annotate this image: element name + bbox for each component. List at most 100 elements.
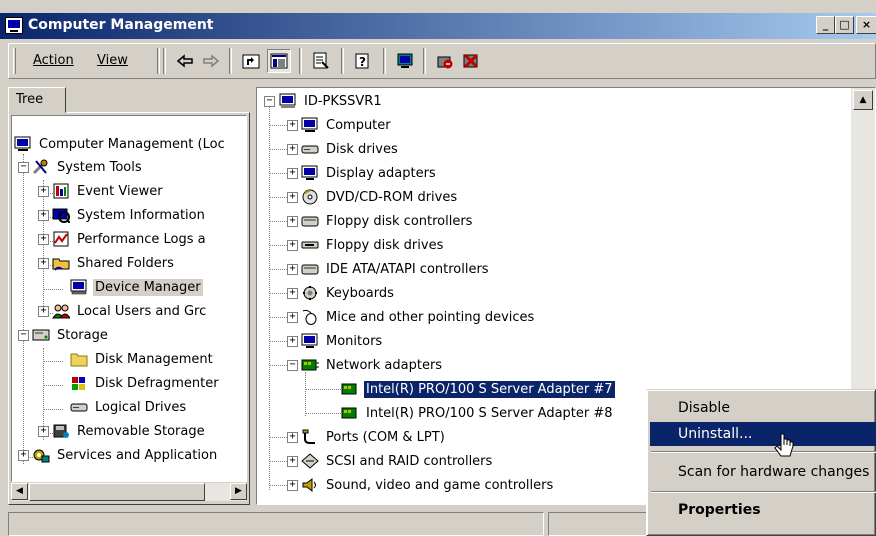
expand-toggle[interactable]: + xyxy=(287,432,298,443)
device-category-keyboards[interactable]: Keyboards xyxy=(301,282,396,304)
tree-item-local-users[interactable]: Local Users and Grc xyxy=(52,300,208,322)
tree-item-storage[interactable]: Storage xyxy=(32,324,110,346)
back-button[interactable] xyxy=(173,49,197,73)
collapse-toggle[interactable]: − xyxy=(287,360,298,371)
tree-item-label: Device Manager xyxy=(93,278,203,296)
tree-item-label: Computer xyxy=(326,117,391,133)
expand-toggle[interactable]: + xyxy=(287,264,298,275)
scroll-left-button[interactable]: ◀ xyxy=(11,483,28,500)
tree-item-services-applications[interactable]: Services and Application xyxy=(32,444,219,466)
monitor-icon xyxy=(301,333,319,349)
device-category-mice[interactable]: Mice and other pointing devices xyxy=(301,306,536,328)
tree-item-disk-management[interactable]: Disk Management xyxy=(70,348,215,370)
expand-toggle[interactable]: + xyxy=(287,456,298,467)
computer-management-window: Computer Management _ □ × Action View ? xyxy=(0,0,876,536)
minimize-button[interactable]: _ xyxy=(816,16,835,34)
tree-item-label: ID-PKSSVR1 xyxy=(304,93,382,109)
collapse-toggle[interactable]: − xyxy=(18,330,29,341)
network-card-icon xyxy=(341,405,359,421)
expand-toggle[interactable]: + xyxy=(287,312,298,323)
title-bar[interactable]: Computer Management _ □ × xyxy=(0,13,876,39)
cdrom-icon xyxy=(301,189,319,205)
tree-item-label: Intel(R) PRO/100 S Server Adapter #8 xyxy=(366,405,613,421)
forward-button[interactable] xyxy=(199,49,223,73)
tree-item-logical-drives[interactable]: Logical Drives xyxy=(70,396,188,418)
expand-toggle[interactable]: + xyxy=(18,450,29,461)
menu-separator xyxy=(651,451,876,453)
tree-item-disk-defragmenter[interactable]: Disk Defragmenter xyxy=(70,372,221,394)
tab-tree[interactable]: Tree xyxy=(8,87,66,113)
menu-item-disable[interactable]: Disable xyxy=(650,396,876,420)
device-category-sound[interactable]: Sound, video and game controllers xyxy=(301,474,555,496)
services-icon xyxy=(32,447,50,463)
performance-logs-icon xyxy=(52,231,70,247)
uninstall-device-button[interactable] xyxy=(459,49,483,73)
expand-toggle[interactable]: + xyxy=(287,288,298,299)
device-manager-icon xyxy=(70,279,88,295)
menu-view[interactable]: View xyxy=(97,53,128,68)
tree-item-label: Disk Defragmenter xyxy=(95,375,219,391)
expand-toggle[interactable]: + xyxy=(287,336,298,347)
expand-toggle[interactable]: + xyxy=(38,306,49,317)
tree-item-label: Ports (COM & LPT) xyxy=(326,429,445,445)
expand-toggle[interactable]: + xyxy=(38,234,49,245)
device-category-ports[interactable]: Ports (COM & LPT) xyxy=(301,426,447,448)
properties-button[interactable] xyxy=(309,49,333,73)
menu-action[interactable]: Action xyxy=(33,53,74,68)
collapse-toggle[interactable]: − xyxy=(264,96,275,107)
device-category-scsi[interactable]: SCSI and RAID controllers xyxy=(301,450,494,472)
device-category-ide-controllers[interactable]: IDE ATA/ATAPI controllers xyxy=(301,258,491,280)
expand-toggle[interactable]: + xyxy=(287,120,298,131)
console-tree: Computer Management (Loc − System Tools … xyxy=(11,115,247,482)
device-category-dvd-cdrom[interactable]: DVD/CD-ROM drives xyxy=(301,186,459,208)
device-category-disk-drives[interactable]: Disk drives xyxy=(301,138,400,160)
tree-item-computer-management[interactable]: Computer Management (Loc xyxy=(14,133,227,155)
tree-item-system-tools[interactable]: System Tools xyxy=(32,156,144,178)
scrollbar-thumb[interactable] xyxy=(29,483,205,501)
tree-item-performance-logs[interactable]: Performance Logs a xyxy=(52,228,208,250)
expand-toggle[interactable]: + xyxy=(287,240,298,251)
up-one-level-button[interactable] xyxy=(239,49,263,73)
tree-item-shared-folders[interactable]: Shared Folders xyxy=(52,252,176,274)
device-category-network-adapters[interactable]: Network adapters xyxy=(301,354,444,376)
help-button[interactable]: ? xyxy=(351,49,375,73)
device-category-display-adapters[interactable]: Display adapters xyxy=(301,162,438,184)
expand-toggle[interactable]: + xyxy=(38,210,49,221)
device-category-floppy-drives[interactable]: Floppy disk drives xyxy=(301,234,445,256)
expand-toggle[interactable]: + xyxy=(38,186,49,197)
tree-item-system-information[interactable]: System Information xyxy=(52,204,207,226)
expand-toggle[interactable]: + xyxy=(287,144,298,155)
tree-item-label: Event Viewer xyxy=(77,183,163,199)
disable-device-icon xyxy=(437,56,453,69)
device-category-computer[interactable]: Computer xyxy=(301,114,393,136)
expand-toggle[interactable]: + xyxy=(287,480,298,491)
expand-toggle[interactable]: + xyxy=(38,258,49,269)
device-tree-root[interactable]: ID-PKSSVR1 xyxy=(279,90,384,112)
maximize-button[interactable]: □ xyxy=(835,16,854,34)
horizontal-scrollbar[interactable]: ◀ ▶ xyxy=(11,483,247,501)
device-intel-adapter-7[interactable]: Intel(R) PRO/100 S Server Adapter #7 xyxy=(341,378,616,400)
menu-item-scan-hardware[interactable]: Scan for hardware changes xyxy=(650,460,876,484)
tree-item-event-viewer[interactable]: Event Viewer xyxy=(52,180,165,202)
computer-management-icon xyxy=(5,17,23,34)
close-button[interactable]: × xyxy=(856,16,876,34)
menu-item-properties[interactable]: Properties xyxy=(650,498,876,522)
device-intel-adapter-8[interactable]: Intel(R) PRO/100 S Server Adapter #8 xyxy=(341,402,615,424)
menu-item-uninstall[interactable]: Uninstall... xyxy=(650,422,876,446)
tree-item-device-manager[interactable]: Device Manager xyxy=(70,276,203,298)
scroll-right-button[interactable]: ▶ xyxy=(230,483,247,500)
disable-device-button[interactable] xyxy=(433,49,457,73)
toolbar: Action View ? xyxy=(8,43,876,79)
scan-hardware-button[interactable] xyxy=(393,49,417,73)
device-category-monitors[interactable]: Monitors xyxy=(301,330,384,352)
expand-toggle[interactable]: + xyxy=(38,426,49,437)
show-hide-tree-button[interactable] xyxy=(267,49,291,73)
expand-toggle[interactable]: + xyxy=(287,192,298,203)
status-pane-main xyxy=(8,512,544,536)
expand-toggle[interactable]: + xyxy=(287,216,298,227)
device-category-floppy-controllers[interactable]: Floppy disk controllers xyxy=(301,210,474,232)
scroll-up-button[interactable]: ▲ xyxy=(853,90,873,110)
expand-toggle[interactable]: + xyxy=(287,168,298,179)
tree-item-removable-storage[interactable]: Removable Storage xyxy=(52,420,207,442)
collapse-toggle[interactable]: − xyxy=(18,162,29,173)
